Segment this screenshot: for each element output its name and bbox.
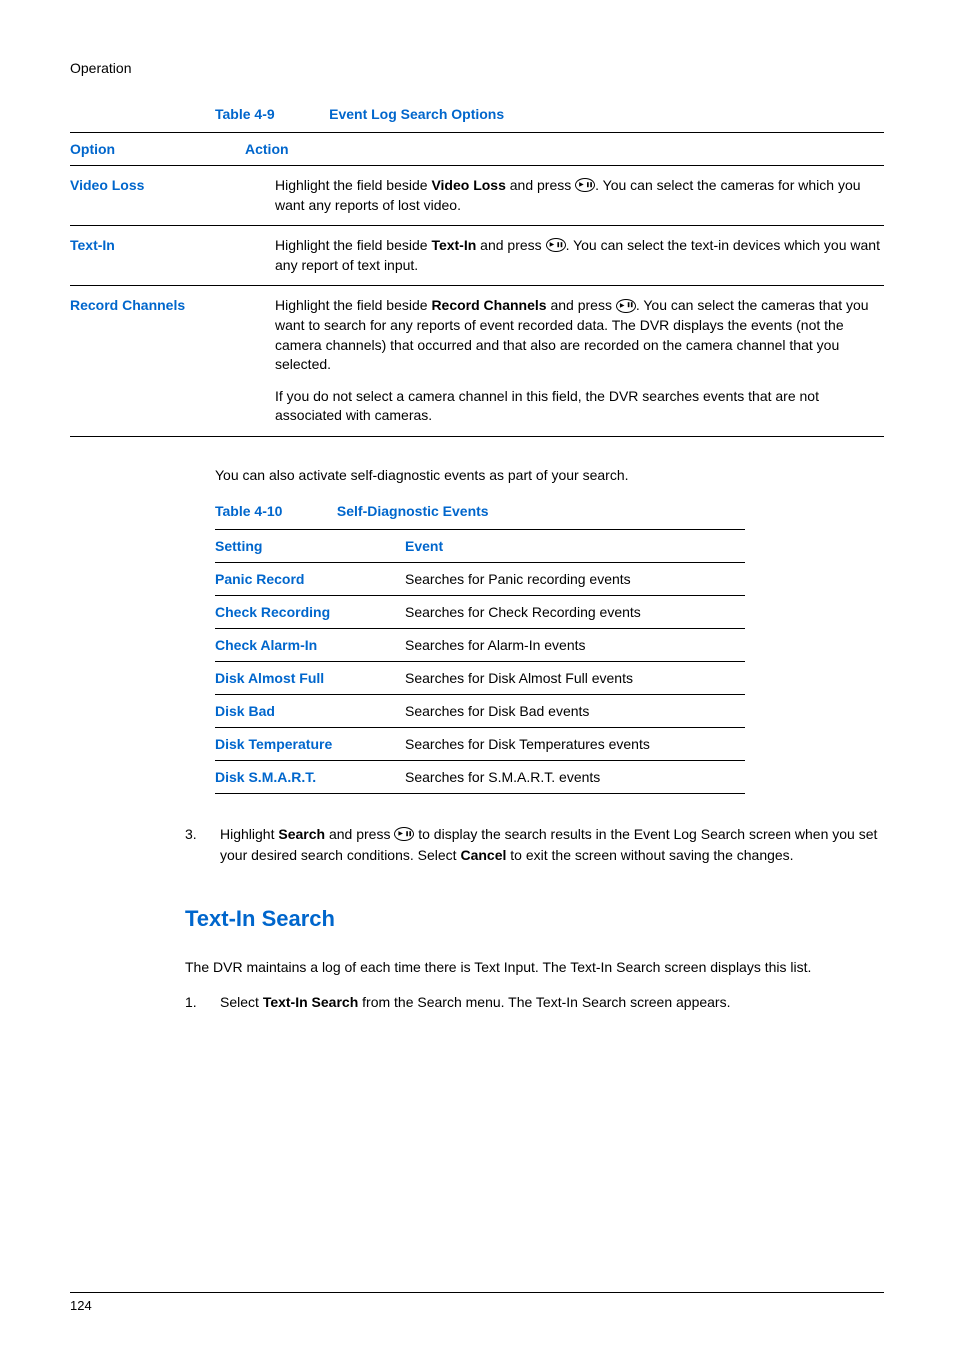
- step-number: 1.: [185, 992, 220, 1013]
- table-row: Disk S.M.A.R.T.Searches for S.M.A.R.T. e…: [215, 760, 745, 793]
- table-row: Disk BadSearches for Disk Bad events: [215, 694, 745, 727]
- table-row: Check RecordingSearches for Check Record…: [215, 595, 745, 628]
- text-paragraph: If you do not select a camera channel in…: [275, 387, 880, 426]
- setting-cell: Check Alarm-In: [215, 628, 405, 661]
- setting-cell: Disk Temperature: [215, 727, 405, 760]
- step-1: 1. Select Text-In Search from the Search…: [70, 992, 884, 1013]
- play-pause-icon: [616, 299, 636, 313]
- event-cell: Searches for S.M.A.R.T. events: [405, 760, 745, 793]
- table2-caption-num: Table 4-10: [215, 503, 282, 519]
- table1-header-option: Option: [70, 133, 245, 166]
- self-diagnostic-events-table: Setting Event Panic RecordSearches for P…: [215, 529, 745, 794]
- play-pause-icon: [546, 238, 566, 252]
- event-cell: Searches for Alarm-In events: [405, 628, 745, 661]
- text-bold: Search: [278, 826, 325, 842]
- footer-divider: [70, 1292, 884, 1293]
- text-span: to exit the screen without saving the ch…: [506, 847, 793, 863]
- text-span: Select: [220, 994, 263, 1010]
- table2-caption: Table 4-10 Self-Diagnostic Events: [215, 503, 884, 521]
- setting-cell: Disk S.M.A.R.T.: [215, 760, 405, 793]
- option-cell: Record Channels: [70, 286, 245, 437]
- action-cell: Highlight the field beside Record Channe…: [245, 286, 884, 437]
- action-cell: Highlight the field beside Video Loss an…: [245, 166, 884, 226]
- text-bold: Video Loss: [431, 177, 505, 193]
- setting-cell: Disk Bad: [215, 694, 405, 727]
- table-row: Panic RecordSearches for Panic recording…: [215, 562, 745, 595]
- play-pause-icon: [394, 827, 414, 841]
- event-cell: Searches for Check Recording events: [405, 595, 745, 628]
- section-heading-text-in-search: Text-In Search: [70, 906, 884, 932]
- text-span: Highlight the field beside: [275, 237, 431, 253]
- table2-caption-title: Self-Diagnostic Events: [337, 503, 489, 519]
- event-log-search-options-table: Option Action Video Loss Highlight the f…: [70, 132, 884, 437]
- text-span: Highlight the field beside: [275, 297, 431, 313]
- step-body: Highlight Search and press to display th…: [220, 824, 884, 866]
- table-row: Text-In Highlight the field beside Text-…: [70, 226, 884, 286]
- event-cell: Searches for Panic recording events: [405, 562, 745, 595]
- text-bold: Text-In: [431, 237, 476, 253]
- table1-caption: Table 4-9 Event Log Search Options: [70, 106, 884, 124]
- table-row: Disk TemperatureSearches for Disk Temper…: [215, 727, 745, 760]
- text-span: and press: [325, 826, 394, 842]
- table1-header-action: Action: [245, 133, 884, 166]
- table2-header-setting: Setting: [215, 529, 405, 562]
- event-cell: Searches for Disk Bad events: [405, 694, 745, 727]
- mid-paragraph: You can also activate self-diagnostic ev…: [70, 467, 884, 483]
- setting-cell: Disk Almost Full: [215, 661, 405, 694]
- table-row: Video Loss Highlight the field beside Vi…: [70, 166, 884, 226]
- action-cell: Highlight the field beside Text-In and p…: [245, 226, 884, 286]
- option-cell: Text-In: [70, 226, 245, 286]
- table-row: Record Channels Highlight the field besi…: [70, 286, 884, 437]
- table2-header-event: Event: [405, 529, 745, 562]
- page-number: 124: [70, 1298, 92, 1313]
- table-row: Disk Almost FullSearches for Disk Almost…: [215, 661, 745, 694]
- text-bold: Text-In Search: [263, 994, 358, 1010]
- text-span: Highlight: [220, 826, 278, 842]
- table1-caption-title: Event Log Search Options: [329, 106, 504, 122]
- step-number: 3.: [185, 824, 220, 866]
- option-cell: Video Loss: [70, 166, 245, 226]
- table1-caption-num: Table 4-9: [215, 106, 275, 122]
- table-row: Check Alarm-InSearches for Alarm-In even…: [215, 628, 745, 661]
- event-cell: Searches for Disk Almost Full events: [405, 661, 745, 694]
- play-pause-icon: [575, 178, 595, 192]
- text-span: from the Search menu. The Text-In Search…: [358, 994, 730, 1010]
- text-bold: Cancel: [460, 847, 506, 863]
- step-3: 3. Highlight Search and press to display…: [70, 824, 884, 866]
- text-span: and press: [476, 237, 545, 253]
- body-paragraph: The DVR maintains a log of each time the…: [70, 957, 884, 978]
- page-header: Operation: [70, 60, 884, 76]
- event-cell: Searches for Disk Temperatures events: [405, 727, 745, 760]
- setting-cell: Check Recording: [215, 595, 405, 628]
- step-body: Select Text-In Search from the Search me…: [220, 992, 730, 1013]
- text-span: Highlight the field beside: [275, 177, 431, 193]
- setting-cell: Panic Record: [215, 562, 405, 595]
- text-span: and press: [547, 297, 616, 313]
- text-bold: Record Channels: [431, 297, 546, 313]
- text-span: and press: [506, 177, 575, 193]
